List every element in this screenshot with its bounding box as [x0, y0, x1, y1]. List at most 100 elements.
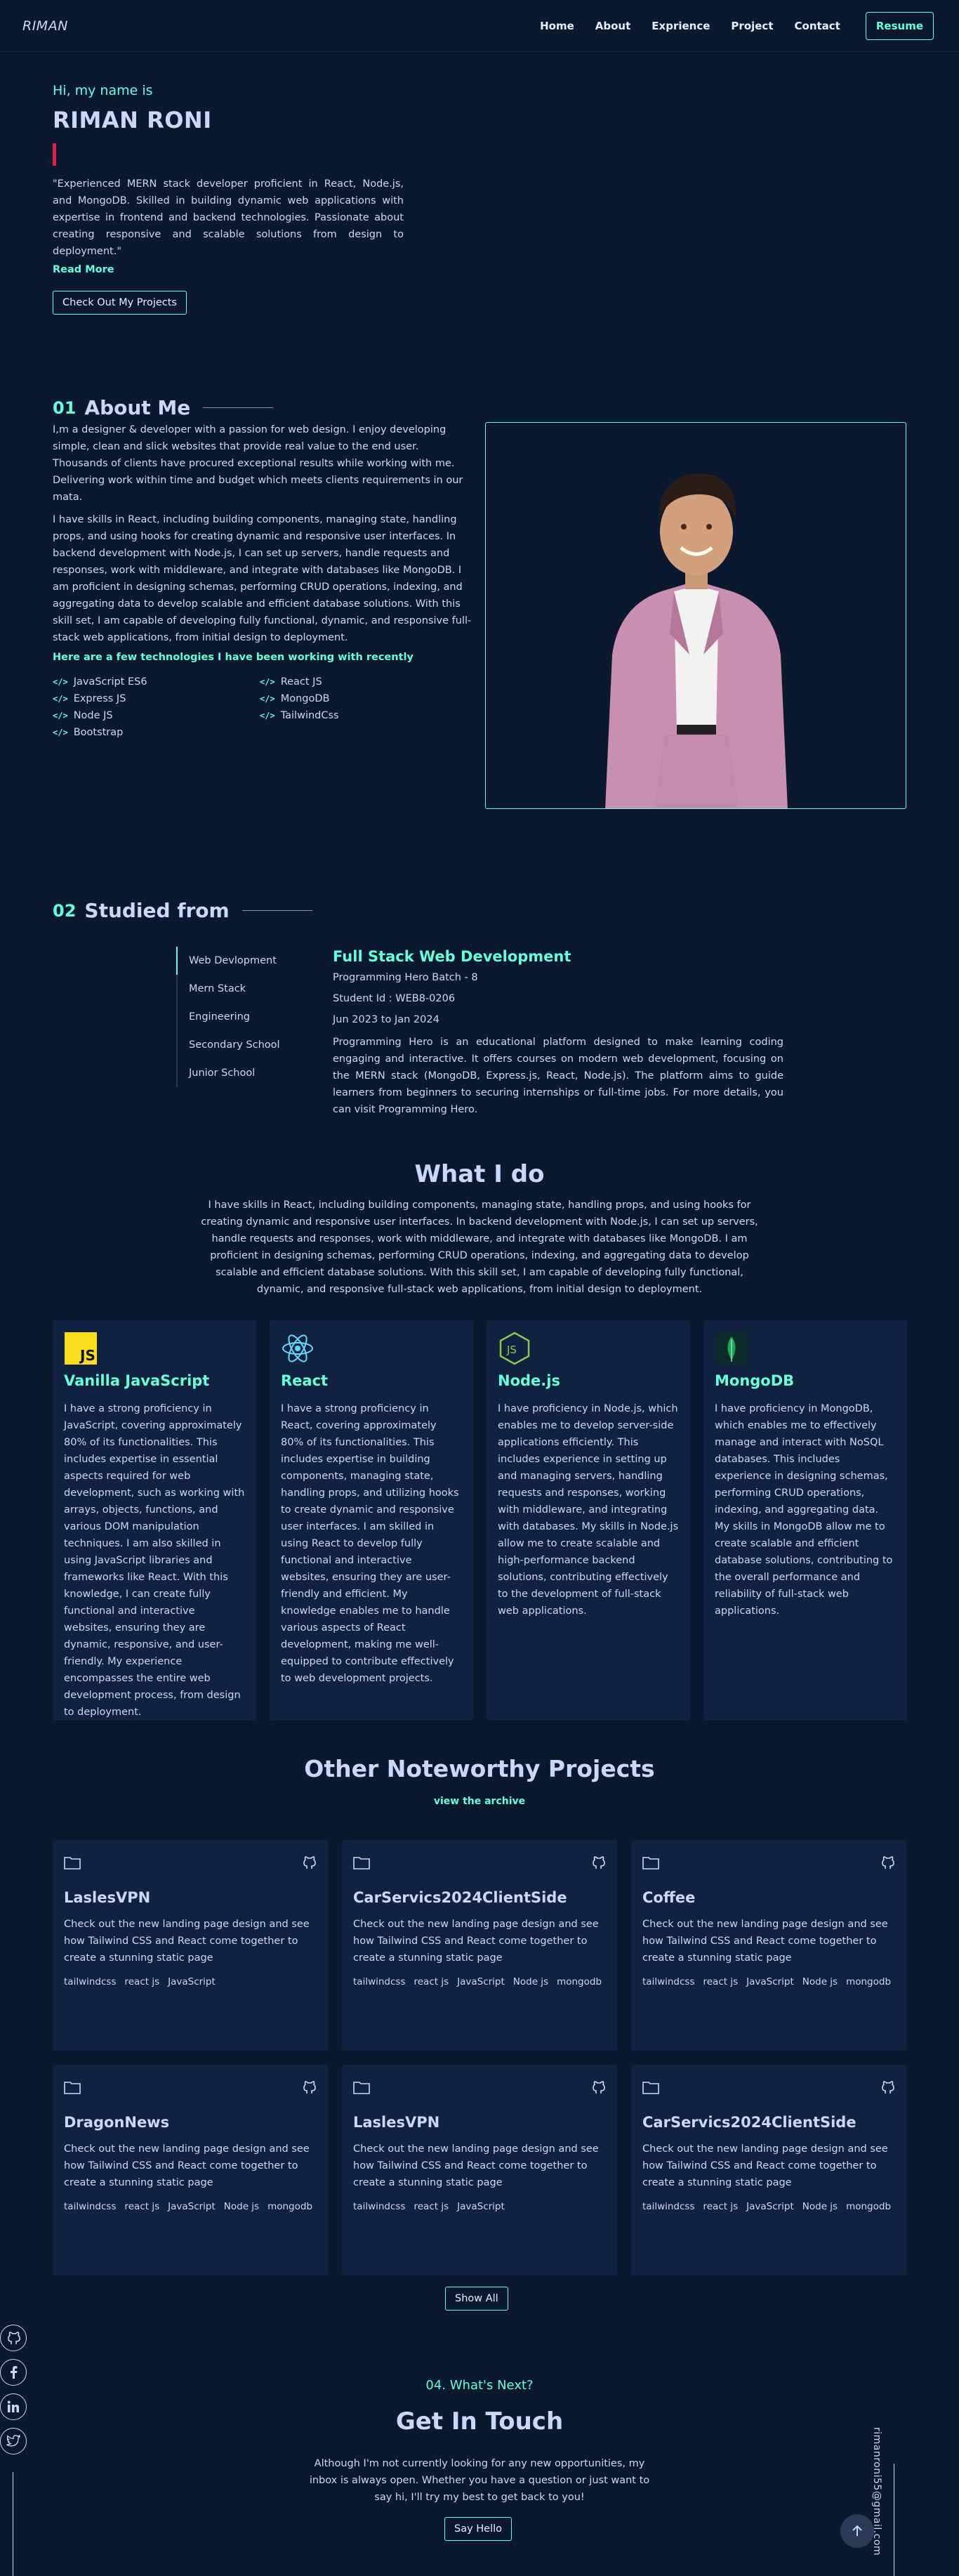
github-icon[interactable]	[301, 2079, 317, 2095]
show-all-button[interactable]: Show All	[445, 2287, 508, 2311]
project-tag: tailwindcss	[642, 1976, 695, 1987]
tab-mern-stack[interactable]: Mern Stack	[178, 975, 303, 1003]
nav-link-experience[interactable]: Exprience	[652, 20, 710, 32]
site-logo[interactable]: RIMAN	[22, 18, 68, 34]
project-title: Coffee	[642, 1889, 696, 1906]
project-card[interactable]: Coffee Check out the new landing page de…	[631, 1840, 906, 2051]
scroll-to-top-button[interactable]	[840, 2514, 874, 2548]
project-tags: tailwindcss react js JavaScript Node js …	[64, 2201, 317, 2212]
project-title: CarServics2024ClientSide	[642, 2114, 857, 2131]
tech-item: </> Express JS	[53, 691, 260, 707]
contact-description: Although I'm not currently looking for a…	[309, 2458, 650, 2503]
project-tags: tailwindcss react js JavaScript	[64, 1976, 317, 1987]
project-tags: tailwindcss react js JavaScript Node js …	[642, 2201, 895, 2212]
project-tag: react js	[124, 1976, 160, 1987]
about-number: 01	[53, 397, 77, 418]
folder-icon	[64, 2082, 81, 2094]
nodejs-logo-icon: JS	[498, 1332, 531, 1365]
github-icon[interactable]	[590, 2079, 606, 2095]
project-card[interactable]: LaslesVPN Check out the new landing page…	[53, 1840, 328, 2051]
tech-item: </> MongoDB	[260, 691, 400, 707]
tech-item: </> Bootstrap	[53, 725, 260, 740]
resume-button[interactable]: Resume	[865, 11, 934, 40]
project-tag: Node js	[223, 2201, 260, 2212]
social-sidebar	[0, 2325, 28, 2462]
tab-web-development[interactable]: Web Devlopment	[176, 947, 303, 975]
typing-cursor	[53, 143, 56, 166]
student-id: Student Id : WEB8-0206	[333, 993, 456, 1004]
projects-title: Other Noteworthy Projects	[304, 1755, 655, 1782]
project-tag: mongodb	[846, 1976, 892, 1987]
code-icon: </>	[53, 677, 68, 687]
project-card[interactable]: CarServics2024ClientSide Check out the n…	[631, 2065, 906, 2275]
project-tags: tailwindcss react js JavaScript Node js …	[353, 1976, 606, 1987]
tech-item: </> Node JS	[53, 708, 260, 723]
course-description: Programming Hero is an educational platf…	[333, 1037, 783, 1115]
skill-description: I have a strong proficiency in JavaScrip…	[64, 1403, 245, 1718]
project-card[interactable]: CarServics2024ClientSide Check out the n…	[342, 1840, 617, 2051]
about-paragraph-1: I,m a designer & developer with a passio…	[53, 424, 463, 503]
arrow-up-icon	[852, 2525, 862, 2536]
skill-title: Vanilla JavaScript	[64, 1372, 210, 1389]
folder-icon	[353, 1857, 370, 1869]
skill-title: MongoDB	[715, 1372, 795, 1389]
javascript-logo-icon: JS	[64, 1332, 98, 1365]
skill-card-mongodb: MongoDB I have proficiency in MongoDB, w…	[703, 1320, 907, 1721]
whats-next-label: 04. What's Next?	[425, 2378, 534, 2393]
github-icon[interactable]	[0, 2325, 27, 2351]
project-card[interactable]: LaslesVPN Check out the new landing page…	[342, 2065, 617, 2275]
skill-title: Node.js	[498, 1372, 560, 1389]
mongodb-logo-icon	[715, 1332, 748, 1365]
read-more-link[interactable]: Read More	[53, 264, 404, 275]
folder-icon	[353, 2082, 370, 2094]
folder-icon	[64, 1857, 81, 1869]
nav-link-home[interactable]: Home	[540, 20, 574, 32]
project-tag: JavaScript	[457, 1976, 505, 1987]
check-projects-button[interactable]: Check Out My Projects	[53, 291, 187, 315]
project-tag: tailwindcss	[64, 2201, 117, 2212]
project-card[interactable]: DragonNews Check out the new landing pag…	[53, 2065, 328, 2275]
hero-greeting: Hi, my name is	[53, 83, 153, 98]
project-description: Check out the new landing page design an…	[64, 1919, 310, 1964]
project-tag: mongodb	[267, 2201, 313, 2212]
project-description: Check out the new landing page design an…	[353, 2143, 599, 2188]
project-description: Check out the new landing page design an…	[64, 2143, 310, 2188]
code-icon: </>	[53, 694, 68, 704]
project-tag: tailwindcss	[353, 1976, 406, 1987]
project-tag: tailwindcss	[64, 1976, 117, 1987]
project-tag: react js	[703, 1976, 739, 1987]
tab-secondary-school[interactable]: Secondary School	[178, 1031, 303, 1059]
project-title: DragonNews	[64, 2114, 170, 2131]
heading-divider	[242, 910, 312, 911]
project-description: Check out the new landing page design an…	[353, 1919, 599, 1964]
say-hello-button[interactable]: Say Hello	[444, 2517, 512, 2541]
project-description: Check out the new landing page design an…	[642, 2143, 888, 2188]
github-icon[interactable]	[880, 2079, 895, 2095]
studied-title: Studied from	[84, 899, 230, 922]
svg-text:JS: JS	[506, 1343, 517, 1356]
about-paragraph-2: I have skills in React, including buildi…	[53, 514, 472, 643]
studied-number: 02	[53, 900, 77, 921]
project-tag: JavaScript	[746, 1976, 794, 1987]
github-icon[interactable]	[880, 1855, 895, 1870]
skill-description: I have proficiency in MongoDB, which ena…	[715, 1403, 893, 1617]
nav-link-contact[interactable]: Contact	[795, 20, 840, 32]
project-title: LaslesVPN	[353, 2114, 440, 2131]
project-title: LaslesVPN	[64, 1889, 151, 1906]
email-link[interactable]: rimanroni55@gmail.com	[871, 2427, 882, 2568]
skill-card-react: React I have a strong proficiency in Rea…	[270, 1320, 473, 1721]
code-icon: </>	[260, 694, 275, 704]
tech-list: </> JavaScript ES6 </> React JS </> Express…	[53, 674, 348, 740]
view-archive-link[interactable]: view the archive	[0, 1796, 959, 1807]
about-heading: 01 About Me	[53, 396, 274, 419]
github-icon[interactable]	[301, 1855, 317, 1870]
nav-link-project[interactable]: Project	[731, 20, 773, 32]
tab-engineering[interactable]: Engineering	[178, 1003, 303, 1031]
tab-junior-school[interactable]: Junior School	[178, 1059, 303, 1087]
project-tag: Node js	[802, 2201, 838, 2212]
github-icon[interactable]	[590, 1855, 606, 1870]
course-duration: Jun 2023 to Jan 2024	[333, 1014, 439, 1025]
about-text: I,m a designer & developer with a passio…	[53, 421, 472, 652]
project-tag: react js	[703, 2201, 739, 2212]
nav-link-about[interactable]: About	[595, 20, 631, 32]
